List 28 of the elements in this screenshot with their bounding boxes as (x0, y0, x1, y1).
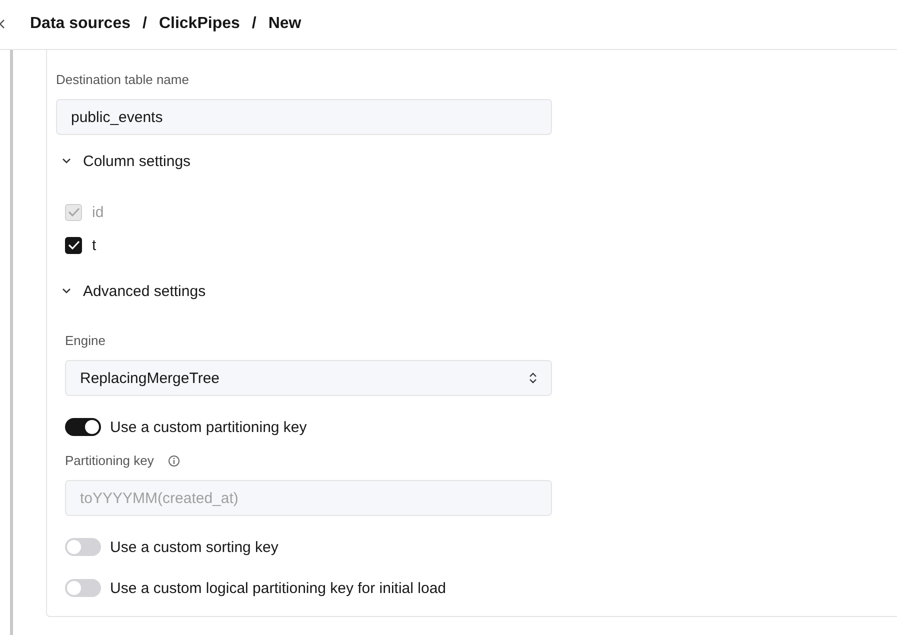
section-toggle[interactable]: Advanced settings (62, 282, 206, 300)
toggle-label: Use a custom logical partitioning key for initial load (110, 580, 446, 596)
toggle-label: Use a custom sorting key (110, 538, 278, 556)
breadcrumb-link[interactable]: New (268, 14, 302, 32)
checkmark-icon (68, 240, 80, 250)
table-name-input[interactable]: public_events (56, 99, 552, 135)
toggle-switch[interactable] (65, 579, 101, 597)
section-toggle[interactable]: Column settings (62, 152, 191, 170)
checkbox[interactable] (65, 236, 82, 254)
column-name: t (92, 236, 96, 254)
field-label: Destination table name (56, 72, 190, 87)
breadcrumb-link[interactable]: ClickPipes (158, 14, 240, 32)
breadcrumb-separator: / (142, 14, 147, 32)
toggle-switch[interactable] (65, 538, 101, 556)
column-name: id (92, 204, 104, 220)
field-label: Engine (65, 333, 106, 348)
sort-caret-icon (529, 372, 537, 384)
checkmark-icon (68, 207, 80, 217)
field-label: Partitioning key (65, 453, 154, 468)
breadcrumb-separator: / (252, 14, 256, 32)
info-icon (168, 454, 180, 466)
engine-select[interactable]: ReplacingMergeTree (65, 360, 552, 396)
toggle-label: Use a custom partitioning key (110, 418, 307, 436)
back-chevron-icon (0, 19, 5, 29)
breadcrumb-link[interactable]: Data sources (30, 14, 130, 32)
chevron-icon (62, 288, 71, 294)
chevron-icon (62, 158, 71, 164)
toggle-switch[interactable] (65, 418, 101, 436)
